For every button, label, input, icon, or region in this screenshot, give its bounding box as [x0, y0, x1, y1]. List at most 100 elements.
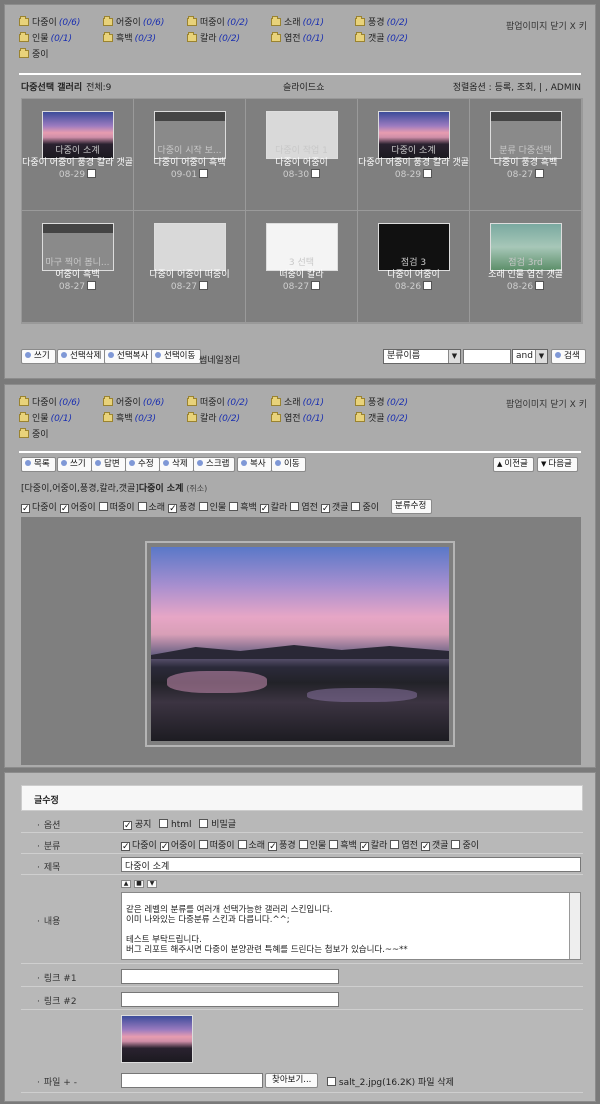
- scrollbar[interactable]: [569, 893, 580, 959]
- category-item[interactable]: 인물 (0/1): [19, 412, 72, 425]
- html-checkbox[interactable]: [159, 819, 169, 828]
- category-item[interactable]: 칼라 (0/2): [187, 412, 240, 425]
- category-checkbox[interactable]: [159, 842, 169, 851]
- sort-options[interactable]: 정렬옵션 : 등록, 조회, | , ADMIN: [453, 80, 581, 93]
- category-checkbox-item[interactable]: 갯골: [420, 841, 448, 851]
- copy-selected-button[interactable]: 선택복사: [104, 349, 155, 364]
- gallery-item[interactable]: 다중이 소계 다중이 어중이 풍경 칼라 갯골 08-29: [22, 99, 134, 211]
- write-button[interactable]: 쓰기: [57, 457, 92, 472]
- category-checkbox-item[interactable]: 떠중이: [98, 502, 135, 513]
- category-checkbox[interactable]: [290, 502, 300, 511]
- category-item[interactable]: 떠중이 (0/2): [187, 396, 248, 409]
- gallery-item[interactable]: 분류 다중선택 다중이 풍경 흑백 08-27: [470, 99, 582, 211]
- category-checkbox-item[interactable]: 소래: [137, 502, 165, 513]
- category-checkbox-item[interactable]: 흑백: [229, 502, 257, 513]
- select-checkbox[interactable]: [87, 281, 97, 290]
- category-checkbox-item[interactable]: 풍경: [168, 503, 196, 513]
- category-item[interactable]: 다중이 (0/6): [19, 396, 80, 409]
- prev-post-button[interactable]: ▲ 이전글: [493, 457, 534, 472]
- category-checkbox-item[interactable]: 칼라: [359, 841, 387, 851]
- select-checkbox[interactable]: [423, 281, 433, 290]
- select-checkbox[interactable]: [311, 281, 321, 290]
- category-checkbox[interactable]: [168, 504, 178, 513]
- select-checkbox[interactable]: [199, 169, 209, 178]
- triangle-down-icon[interactable]: ▼: [147, 879, 157, 888]
- gallery-item[interactable]: 다중이 시작 보... 다중이 어중이 흑백 09-01: [134, 99, 246, 211]
- category-checkbox-item[interactable]: 떠중이: [198, 840, 235, 851]
- category-checkbox[interactable]: [320, 504, 330, 513]
- select-checkbox[interactable]: [535, 281, 545, 290]
- category-checkbox-item[interactable]: 중이: [351, 502, 379, 513]
- gallery-item[interactable]: 3 선택 떠중이 칼라 08-27: [246, 211, 358, 323]
- category-checkbox-item[interactable]: 풍경: [268, 841, 296, 851]
- category-checkbox[interactable]: [121, 842, 130, 851]
- category-checkbox-item[interactable]: 중이: [451, 840, 479, 851]
- move-selected-button[interactable]: 선택이동: [151, 349, 202, 364]
- category-checkbox-item[interactable]: 어중이: [159, 841, 196, 851]
- category-item[interactable]: 칼라 (0/2): [187, 32, 240, 45]
- category-checkbox[interactable]: [237, 840, 247, 849]
- category-item[interactable]: 중이: [19, 428, 49, 441]
- secret-checkbox[interactable]: [199, 819, 209, 828]
- link2-input[interactable]: [121, 992, 339, 1007]
- category-checkbox[interactable]: [359, 842, 369, 851]
- category-checkbox[interactable]: [329, 840, 339, 849]
- subject-input[interactable]: 다중이 소계: [121, 857, 581, 872]
- category-checkbox-item[interactable]: 흑백: [329, 840, 357, 851]
- square-icon[interactable]: ■: [134, 879, 144, 888]
- category-checkbox-item[interactable]: 어중이: [59, 503, 96, 513]
- category-checkbox-item[interactable]: 다중이: [21, 503, 57, 513]
- reply-button[interactable]: 답변: [91, 457, 126, 472]
- browse-button[interactable]: 찾아보기...: [265, 1073, 319, 1088]
- category-checkbox[interactable]: [229, 502, 239, 511]
- gallery-item[interactable]: 점검 3 다중이 어중이 08-26: [358, 211, 470, 323]
- gallery-item[interactable]: 점검 3rd 소래 인물 엽전 갯골 08-26: [470, 211, 582, 323]
- file-delete-checkbox[interactable]: [327, 1077, 336, 1086]
- scrap-button[interactable]: 스크랩: [193, 457, 236, 472]
- select-checkbox[interactable]: [535, 169, 545, 178]
- file-label[interactable]: 파일 + -: [37, 1075, 77, 1088]
- category-checkbox[interactable]: [59, 504, 69, 513]
- category-checkbox-item[interactable]: 소래: [237, 840, 265, 851]
- category-item[interactable]: 중이: [19, 48, 49, 61]
- category-item[interactable]: 소래 (0/1): [271, 396, 324, 409]
- category-item[interactable]: 어중이 (0/6): [103, 396, 164, 409]
- delete-selected-button[interactable]: 선택삭제: [57, 349, 108, 364]
- category-checkbox[interactable]: [268, 842, 278, 851]
- category-item[interactable]: 떠중이 (0/2): [187, 16, 248, 29]
- category-item[interactable]: 흑백 (0/3): [103, 32, 156, 45]
- category-checkbox[interactable]: [259, 504, 269, 513]
- edit-button[interactable]: 수정: [125, 457, 160, 472]
- category-item[interactable]: 갯골 (0/2): [355, 412, 408, 425]
- category-item[interactable]: 흑백 (0/3): [103, 412, 156, 425]
- category-checkbox-item[interactable]: 다중이: [121, 841, 157, 851]
- triangle-up-icon[interactable]: ▲: [121, 879, 131, 888]
- category-checkbox[interactable]: [98, 502, 108, 511]
- delete-button[interactable]: 삭제: [159, 457, 194, 472]
- category-checkbox-item[interactable]: 인물: [198, 502, 226, 513]
- category-item[interactable]: 갯골 (0/2): [355, 32, 408, 45]
- select-checkbox[interactable]: [311, 169, 321, 178]
- notice-checkbox[interactable]: [123, 821, 132, 830]
- link1-input[interactable]: [121, 969, 339, 984]
- category-checkbox[interactable]: [420, 842, 430, 851]
- category-edit-button[interactable]: 분류수정: [391, 499, 433, 514]
- search-input[interactable]: [463, 349, 511, 364]
- gallery-thumbnail[interactable]: [153, 223, 226, 271]
- next-post-button[interactable]: ▼ 다음글: [537, 457, 578, 472]
- copy-button[interactable]: 복사: [237, 457, 272, 472]
- category-checkbox[interactable]: [451, 840, 461, 849]
- category-checkbox-item[interactable]: 칼라: [259, 503, 287, 513]
- category-checkbox[interactable]: [390, 840, 400, 849]
- category-item[interactable]: 풍경 (0/2): [355, 396, 408, 409]
- category-item[interactable]: 다중이 (0/6): [19, 16, 80, 29]
- select-checkbox[interactable]: [199, 281, 209, 290]
- category-checkbox[interactable]: [198, 502, 208, 511]
- search-button[interactable]: 검색: [551, 349, 586, 364]
- gallery-item[interactable]: 마구 찍어 봅니... 어중이 흑백 08-27: [22, 211, 134, 323]
- post-photo[interactable]: [145, 541, 455, 747]
- gallery-item[interactable]: 다중이 작업 1 다중이 어중이 08-30: [246, 99, 358, 211]
- search-operator-select[interactable]: and ▼: [512, 349, 548, 364]
- write-button[interactable]: 쓰기: [21, 349, 56, 364]
- thumbnail-cleanup-link[interactable]: 썸네일정리: [199, 353, 240, 366]
